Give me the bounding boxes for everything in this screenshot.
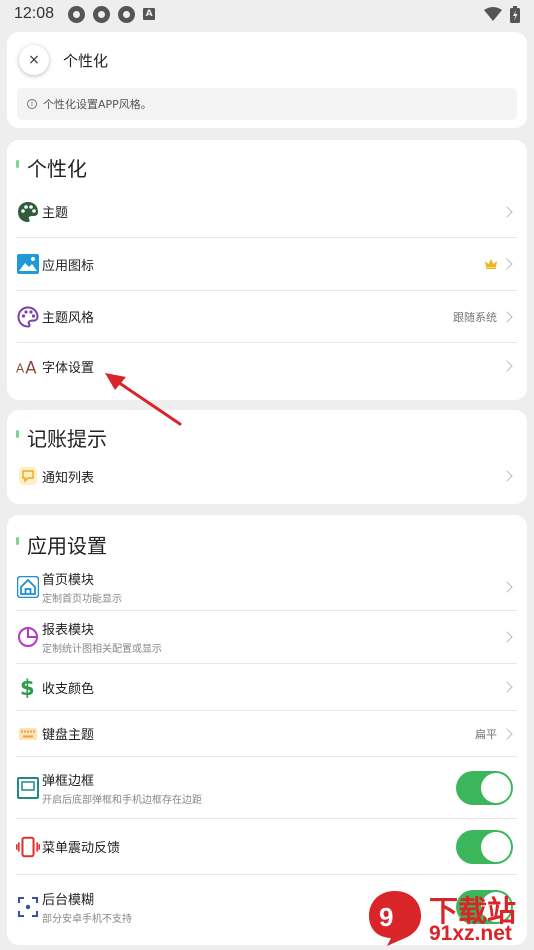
settings-item-theme[interactable]: 主题 <box>16 186 517 238</box>
info-text: 个性化设置APP风格。 <box>43 98 152 111</box>
header-card: × 个性化 i 个性化设置APP风格。 <box>7 32 527 128</box>
dollar-icon: $ <box>16 675 40 699</box>
settings-item-label: 后台模糊 <box>42 893 95 908</box>
image-icon <box>16 252 40 276</box>
svg-text:9: 9 <box>379 902 393 932</box>
section-accent <box>16 537 19 545</box>
svg-text:$: $ <box>20 676 35 699</box>
keyboard-icon <box>16 722 40 746</box>
toggle-knob <box>481 772 511 803</box>
chevron-right-icon <box>501 310 513 323</box>
section-accent <box>16 430 19 438</box>
menu-vibration-toggle[interactable] <box>456 829 513 864</box>
battery-icon <box>510 5 520 23</box>
settings-item-theme-style[interactable]: 主题风格 跟随系统 <box>16 291 517 343</box>
notification-icon <box>93 5 111 23</box>
palette-icon <box>16 200 40 224</box>
settings-item-subtitle: 部分安卓手机不支持 <box>42 914 132 925</box>
palette-outline-icon <box>16 305 40 329</box>
settings-item-label: 应用图标 <box>42 258 95 274</box>
section-title: 记账提示 <box>7 420 527 454</box>
settings-item-label: 键盘主题 <box>42 728 95 743</box>
annotation-arrow <box>105 373 182 426</box>
section-title-text: 个性化 <box>27 156 87 181</box>
settings-item-subtitle: 开启后底部弹框和手机边框存在边距 <box>42 794 202 806</box>
settings-item-label: 弹框边框 <box>42 773 95 789</box>
section-accent <box>16 160 19 168</box>
svg-text:A: A <box>25 358 37 376</box>
chevron-right-icon <box>501 470 513 482</box>
settings-item-label: 字体设置 <box>42 360 95 376</box>
settings-item-value: 跟随系统 <box>453 310 497 324</box>
settings-item-subtitle: 定制首页功能显示 <box>42 593 122 605</box>
settings-item-label: 通知列表 <box>42 470 95 486</box>
personalization-section: 个性化 主题 应用图标 主题风格 跟随系统 AA 字体设置 <box>7 140 527 400</box>
watermark-logo: 9 <box>369 891 421 946</box>
toggle-knob <box>481 831 511 862</box>
frame-icon <box>16 776 40 800</box>
chevron-right-icon <box>501 360 513 372</box>
chevron-right-icon <box>501 681 513 693</box>
svg-text:A: A <box>16 361 25 375</box>
chevron-right-icon <box>501 631 513 643</box>
settings-item-label: 报表模块 <box>42 623 95 638</box>
settings-item-keyboard-theme[interactable]: 键盘主题 扁平 <box>16 711 517 757</box>
chevron-right-icon <box>501 258 513 270</box>
settings-item-label: 首页模块 <box>42 572 95 588</box>
watermark: 9 下载站 91xz.net <box>359 884 534 950</box>
settings-item-label: 收支颜色 <box>42 681 95 697</box>
section-title: 应用设置 <box>7 525 527 563</box>
settings-item-report-module[interactable]: 报表模块 定制统计图相关配置或显示 <box>16 611 517 664</box>
bookkeeping-section: 记账提示 通知列表 <box>7 410 527 504</box>
a-badge-icon: A <box>143 8 156 20</box>
settings-item-label: 菜单震动反馈 <box>42 841 121 856</box>
settings-item-home-module[interactable]: 首页模块 定制首页功能显示 <box>16 563 517 611</box>
settings-item-font[interactable]: AA 字体设置 <box>16 343 517 389</box>
settings-item-notification-list[interactable]: 通知列表 <box>16 454 517 498</box>
settings-item-value: 扁平 <box>475 727 497 741</box>
settings-item-menu-vibration[interactable]: 菜单震动反馈 <box>16 819 517 875</box>
settings-item-dialog-border[interactable]: 弹框边框 开启后底部弹框和手机边框存在边距 <box>16 757 517 819</box>
close-icon: × <box>28 52 40 68</box>
settings-item-app-icon[interactable]: 应用图标 <box>16 238 517 291</box>
status-icons: A <box>68 5 156 23</box>
home-icon <box>16 575 40 599</box>
notification-icon <box>68 5 86 23</box>
crown-icon <box>485 259 497 269</box>
watermark-url: 91xz.net <box>429 922 512 945</box>
blur-icon <box>16 895 40 919</box>
info-banner: i 个性化设置APP风格。 <box>17 88 517 120</box>
close-button[interactable]: × <box>19 45 49 75</box>
wifi-icon <box>484 7 502 21</box>
section-title-text: 记账提示 <box>27 426 107 451</box>
chevron-right-icon <box>501 580 513 593</box>
chevron-right-icon <box>501 205 513 218</box>
settings-item-label: 主题 <box>42 206 69 221</box>
notification-icon <box>118 5 136 23</box>
message-icon <box>16 464 40 488</box>
status-time: 12:08 <box>14 5 55 22</box>
page-title: 个性化 <box>63 51 109 70</box>
pie-chart-icon <box>16 625 40 649</box>
vibrate-icon <box>16 835 40 859</box>
info-icon: i <box>27 99 37 109</box>
dialog-border-toggle[interactable] <box>456 770 513 805</box>
status-bar: 12:08 A <box>0 0 534 28</box>
chevron-right-icon <box>501 727 513 740</box>
app-settings-section: 应用设置 首页模块 定制首页功能显示 报表模块 定制统计图相关配置或显示 $ 收… <box>7 515 527 945</box>
settings-item-subtitle: 定制统计图相关配置或显示 <box>42 644 162 655</box>
settings-item-label: 主题风格 <box>42 311 95 326</box>
settings-item-income-color[interactable]: $ 收支颜色 <box>16 664 517 711</box>
section-title: 个性化 <box>7 148 527 186</box>
section-title-text: 应用设置 <box>27 533 107 558</box>
font-icon: AA <box>16 354 40 378</box>
